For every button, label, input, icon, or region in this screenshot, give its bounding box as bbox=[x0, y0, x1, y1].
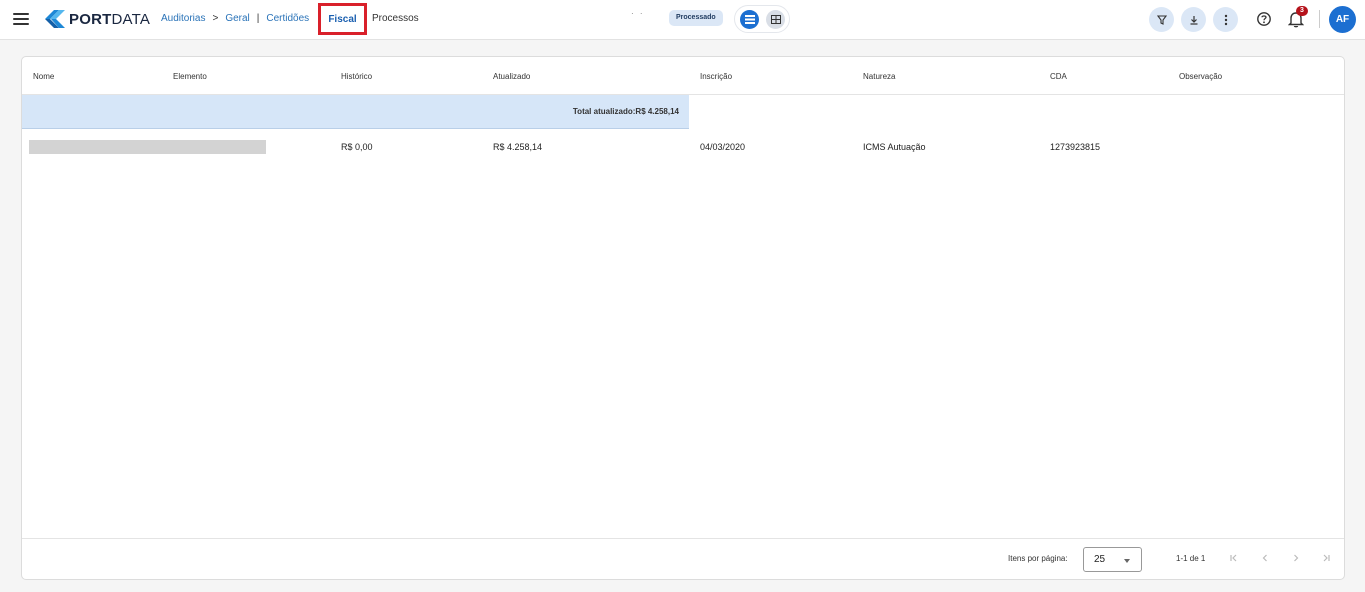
help-icon[interactable] bbox=[1256, 11, 1272, 27]
user-avatar[interactable]: AF bbox=[1329, 6, 1356, 33]
cell-cda: 1273923815 bbox=[1050, 142, 1101, 152]
portdata-logo-icon bbox=[45, 10, 65, 28]
filter-icon[interactable] bbox=[1149, 7, 1174, 32]
previous-page-icon[interactable] bbox=[1258, 551, 1272, 565]
breadcrumb-processos[interactable]: Processos bbox=[372, 13, 419, 24]
column-header-historico[interactable]: Histórico bbox=[341, 72, 372, 81]
dropdown-caret-icon bbox=[1124, 559, 1130, 563]
portdata-logo[interactable]: PORTDATA bbox=[45, 9, 150, 29]
cell-inscricao: 04/03/2020 bbox=[700, 142, 746, 152]
column-header-elemento[interactable]: Elemento bbox=[173, 72, 207, 81]
footer-divider bbox=[22, 538, 1344, 539]
divider bbox=[1319, 10, 1320, 28]
column-header-cda[interactable]: CDA bbox=[1050, 72, 1067, 81]
column-header-inscricao[interactable]: Inscrição bbox=[700, 72, 732, 81]
items-per-page-label: Itens por página: bbox=[1008, 554, 1068, 563]
cell-historico: R$ 0,00 bbox=[341, 142, 373, 152]
breadcrumb-separator: > bbox=[212, 13, 219, 24]
cell-natureza: ICMS Autuação bbox=[863, 142, 926, 152]
cell-atualizado: R$ 4.258,14 bbox=[493, 142, 543, 152]
breadcrumb-fiscal-highlighted[interactable]: Fiscal bbox=[318, 3, 367, 35]
total-row: Total atualizado:R$ 4.258,14 bbox=[22, 95, 689, 129]
results-table-card: Nome Elemento Histórico Atualizado Inscr… bbox=[21, 56, 1345, 580]
page-range-label: 1-1 de 1 bbox=[1176, 554, 1206, 563]
logo-text: PORTDATA bbox=[69, 10, 151, 28]
last-page-icon[interactable] bbox=[1319, 551, 1333, 565]
view-toggle bbox=[734, 5, 790, 33]
breadcrumb-certidoes[interactable]: Certidões bbox=[266, 13, 309, 24]
column-header-observacao[interactable]: Observação bbox=[1179, 72, 1222, 81]
breadcrumb-geral[interactable]: Geral bbox=[225, 13, 249, 24]
status-chip: Processado bbox=[669, 10, 723, 26]
breadcrumb: Auditorias > Geral | Certidões bbox=[161, 13, 309, 24]
breadcrumb-separator: | bbox=[256, 13, 260, 24]
total-atualizado-label: Total atualizado:R$ 4.258,14 bbox=[572, 107, 679, 116]
more-options-icon[interactable] bbox=[1213, 7, 1238, 32]
list-view-icon[interactable] bbox=[740, 10, 759, 29]
items-per-page-select[interactable]: 25 bbox=[1083, 547, 1142, 572]
breadcrumb-auditorias[interactable]: Auditorias bbox=[161, 13, 205, 24]
hamburger-menu-icon[interactable] bbox=[13, 11, 29, 27]
column-header-nome[interactable]: Nome bbox=[33, 72, 54, 81]
redacted-name-cell bbox=[29, 140, 266, 154]
table-view-icon[interactable] bbox=[766, 10, 785, 29]
column-header-atualizado[interactable]: Atualizado bbox=[493, 72, 530, 81]
first-page-icon[interactable] bbox=[1227, 551, 1241, 565]
notification-count-badge: 3 bbox=[1296, 6, 1308, 16]
download-icon[interactable] bbox=[1181, 7, 1206, 32]
items-per-page-value: 25 bbox=[1094, 554, 1106, 565]
column-header-natureza[interactable]: Natureza bbox=[863, 72, 895, 81]
breadcrumb-fiscal-label: Fiscal bbox=[328, 13, 357, 25]
next-page-icon[interactable] bbox=[1289, 551, 1303, 565]
loading-dots: · · bbox=[631, 9, 645, 18]
top-bar: PORTDATA Auditorias > Geral | Certidões … bbox=[0, 0, 1365, 40]
